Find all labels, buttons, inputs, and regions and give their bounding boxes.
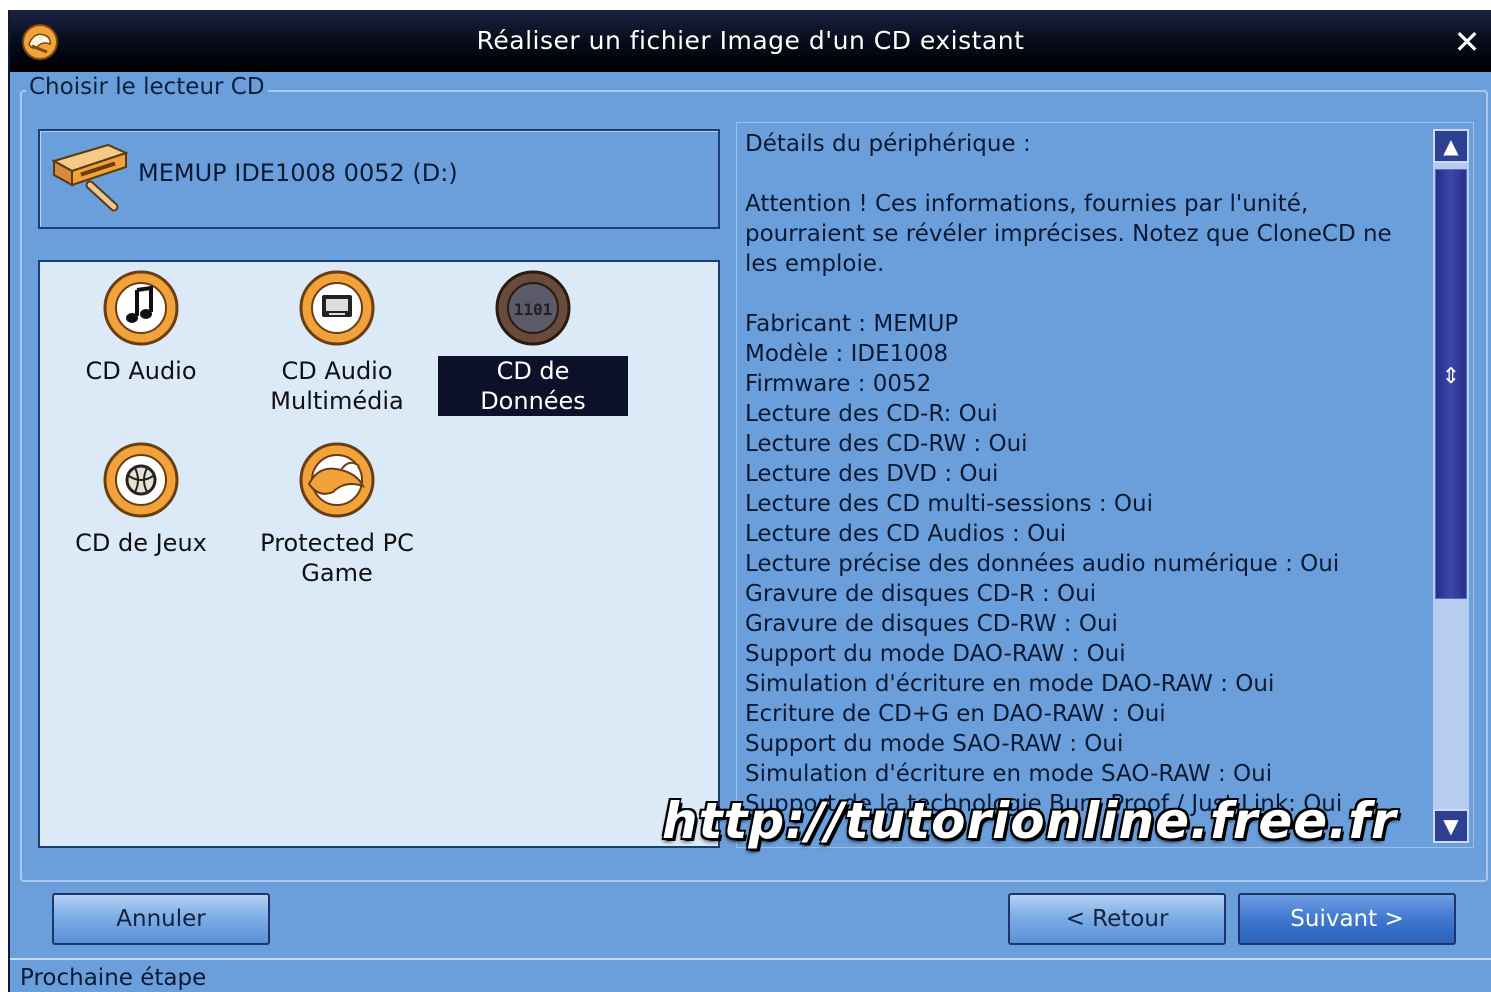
scroll-up-icon[interactable]: ▲ [1433, 129, 1469, 163]
music-note-icon [103, 270, 179, 346]
binary-data-icon: 1101 [495, 270, 571, 346]
cd-type-list: CD Audio CD Audio Multimédia 1101 CD de … [38, 260, 720, 848]
cd-type-label: CD de Données [438, 356, 628, 416]
svg-text:1101: 1101 [514, 300, 553, 319]
title-bar[interactable]: Réaliser un fichier Image d'un CD exista… [10, 10, 1491, 72]
game-ball-icon [103, 442, 179, 518]
cd-type-label: CD de Jeux [75, 529, 207, 557]
cd-type-audio[interactable]: CD Audio [46, 268, 236, 386]
drive-selector[interactable]: MEMUP IDE1008 0052 (D:) [38, 129, 720, 229]
cd-type-label: Protected PC Game [260, 529, 414, 587]
thumb-grip-icon: ⇕ [1441, 364, 1461, 389]
window-title: Réaliser un fichier Image d'un CD exista… [476, 26, 1025, 55]
status-bar: Prochaine étape [10, 958, 1491, 992]
watermark: http://tutorionline.free.fr [662, 792, 1397, 850]
protected-game-icon [299, 442, 375, 518]
app-window: Réaliser un fichier Image d'un CD exista… [8, 10, 1491, 992]
status-text: Prochaine étape [20, 965, 207, 991]
cd-type-audio-multimedia[interactable]: CD Audio Multimédia [242, 268, 432, 416]
device-details-text: Détails du périphérique : Attention ! Ce… [745, 131, 1392, 817]
cd-type-games[interactable]: CD de Jeux [46, 440, 236, 558]
cancel-button[interactable]: Annuler [52, 893, 270, 945]
cd-drive-icon [51, 143, 129, 212]
scroll-thumb[interactable]: ⇕ [1435, 169, 1467, 599]
drive-name: MEMUP IDE1008 0052 (D:) [138, 159, 458, 187]
next-button[interactable]: Suivant > [1238, 893, 1456, 945]
close-icon[interactable]: ✕ [1449, 24, 1485, 60]
scroll-down-icon[interactable]: ▼ [1433, 809, 1469, 843]
cd-type-protected-game[interactable]: Protected PC Game [242, 440, 432, 588]
cd-type-label: CD Audio Multimédia [270, 357, 404, 415]
cd-type-data[interactable]: 1101 CD de Données [438, 268, 628, 416]
back-button[interactable]: < Retour [1008, 893, 1226, 945]
details-scrollbar[interactable]: ▲ ⇕ ▼ [1433, 129, 1469, 843]
cd-type-label: CD Audio [85, 357, 197, 385]
device-details-panel[interactable]: Détails du périphérique : Attention ! Ce… [736, 122, 1474, 848]
monitor-icon [299, 270, 375, 346]
group-label: Choisir le lecteur CD [26, 74, 268, 100]
